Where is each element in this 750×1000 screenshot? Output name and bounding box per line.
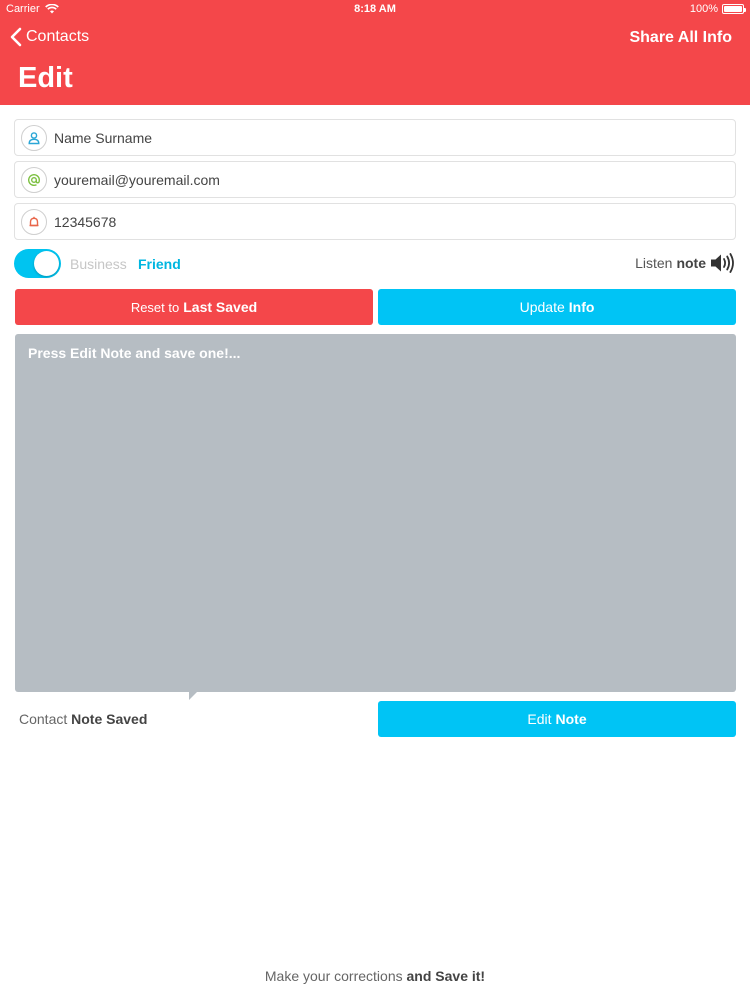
listen-label-bold: note [676, 255, 706, 271]
reset-button-prefix: Reset to [130, 299, 180, 315]
back-button-label: Contacts [26, 28, 90, 45]
status-time: 8:18 AM [354, 3, 396, 15]
saved-status-label: Contact Note Saved [19, 711, 147, 727]
battery-percent: 100% [689, 3, 718, 15]
edit-button-prefix: Edit [527, 711, 552, 727]
edit-note-button[interactable]: Edit Note [378, 701, 736, 737]
note-placeholder: Press Edit Note and save one!... [28, 345, 241, 361]
listen-label: Listen [635, 255, 673, 271]
friend-option[interactable]: Friend [138, 256, 181, 272]
edit-button-bold: Note [555, 711, 587, 727]
business-option[interactable]: Business [70, 256, 127, 272]
update-button-prefix: Update [519, 299, 565, 315]
phone-field[interactable] [14, 203, 736, 240]
speaker-icon [711, 253, 734, 273]
listen-note-button[interactable]: Listen note [635, 252, 736, 274]
email-field[interactable] [14, 161, 736, 198]
at-icon [21, 166, 47, 193]
phone-input[interactable] [54, 213, 714, 230]
contact-type-toggle[interactable] [14, 249, 61, 278]
person-icon [21, 124, 47, 151]
footer-hint: Make your corrections and Save it! [0, 968, 750, 984]
saved-status-bold: Note Saved [71, 711, 148, 727]
update-button-bold: Info [568, 299, 595, 315]
reset-button-bold: Last Saved [183, 299, 258, 315]
status-battery: 100% [689, 3, 746, 15]
contact-type-row: Business Friend Listen note [14, 248, 736, 280]
name-input[interactable] [54, 129, 714, 146]
chevron-left-icon [10, 27, 22, 47]
footer-prefix: Make your corrections [264, 968, 403, 984]
battery-icon [722, 4, 746, 14]
back-button[interactable]: Contacts [10, 27, 89, 47]
status-bar: Carrier 8:18 AM 100% [0, 0, 750, 20]
header-bar: Carrier 8:18 AM 100% Contacts Share All … [0, 0, 750, 105]
share-all-info-button[interactable]: Share All Info [629, 29, 732, 47]
email-input[interactable] [54, 171, 714, 188]
toggle-knob [34, 251, 59, 276]
reset-to-last-saved-button[interactable]: Reset to Last Saved [15, 289, 373, 325]
page-title: Edit [18, 62, 73, 94]
bell-icon [21, 208, 47, 235]
saved-status-prefix: Contact [19, 711, 68, 727]
note-area: Press Edit Note and save one!... [15, 334, 736, 692]
note-bubble-pointer [189, 692, 197, 700]
name-field[interactable] [14, 119, 736, 156]
update-info-button[interactable]: Update Info [378, 289, 736, 325]
footer-bold: and Save it! [406, 968, 486, 984]
